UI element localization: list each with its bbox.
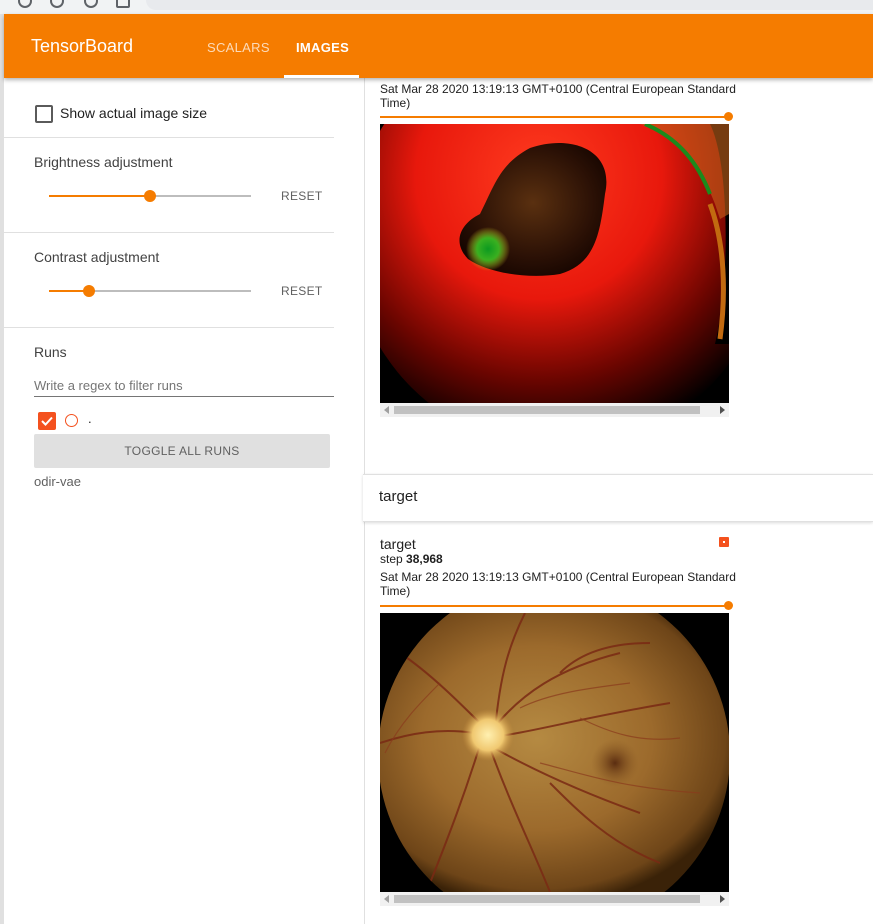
step-label: step xyxy=(380,552,403,566)
image-timestamp: Sat Mar 28 2020 13:19:13 GMT+0100 (Centr… xyxy=(380,82,736,110)
tab-images[interactable]: IMAGES xyxy=(296,40,349,55)
scroll-right-icon[interactable] xyxy=(720,895,725,903)
generated-image xyxy=(380,124,729,403)
toggle-all-runs-button[interactable]: TOGGLE ALL RUNS xyxy=(34,434,330,468)
show-actual-size-checkbox[interactable] xyxy=(35,105,53,123)
step-value: 38,968 xyxy=(406,552,443,566)
active-tab-indicator xyxy=(284,75,359,78)
image-scrollbar[interactable] xyxy=(380,403,729,417)
step-indicator: step 38,968 xyxy=(380,552,443,566)
back-icon[interactable] xyxy=(18,0,32,8)
divider xyxy=(4,137,334,138)
tab-scalars[interactable]: SCALARS xyxy=(207,40,270,55)
address-bar[interactable] xyxy=(146,0,873,10)
run-checkbox[interactable] xyxy=(38,412,56,430)
target-image xyxy=(380,613,729,892)
scrollbar-thumb[interactable] xyxy=(394,895,700,903)
step-slider[interactable] xyxy=(380,116,729,118)
main-panel: Sat Mar 28 2020 13:19:13 GMT+0100 (Centr… xyxy=(363,78,873,924)
contrast-reset-button[interactable]: RESET xyxy=(281,284,323,298)
log-directory-label: odir-vae xyxy=(34,474,81,489)
runs-heading: Runs xyxy=(34,344,67,360)
brightness-reset-button[interactable]: RESET xyxy=(281,189,323,203)
brightness-slider-fill xyxy=(49,195,150,197)
image-card-title: target xyxy=(380,536,416,552)
step-slider-handle[interactable] xyxy=(724,601,733,610)
app-header: TensorBoard SCALARS IMAGES xyxy=(4,14,873,78)
checkmark-icon xyxy=(41,416,53,426)
expand-icon[interactable] xyxy=(719,537,729,547)
fundus-image xyxy=(380,613,729,892)
divider xyxy=(4,232,334,233)
browser-toolbar xyxy=(0,0,873,14)
step-slider[interactable] xyxy=(380,605,729,607)
run-name: . xyxy=(88,411,92,426)
contrast-slider-handle[interactable] xyxy=(83,285,96,297)
run-filter-input[interactable] xyxy=(34,374,334,397)
brightness-label: Brightness adjustment xyxy=(34,154,173,170)
tag-group-title: target xyxy=(379,488,418,505)
image-timestamp: Sat Mar 28 2020 13:19:13 GMT+0100 (Centr… xyxy=(380,570,736,598)
show-actual-size-label: Show actual image size xyxy=(60,105,208,121)
divider xyxy=(4,327,334,328)
image-scrollbar[interactable] xyxy=(380,892,729,906)
app-title: TensorBoard xyxy=(31,36,134,56)
sidebar: Show actual image size Brightness adjust… xyxy=(4,78,365,924)
run-color-icon[interactable] xyxy=(65,414,78,427)
tag-group-header[interactable]: target xyxy=(363,474,873,522)
scroll-right-icon[interactable] xyxy=(720,406,725,414)
reload-icon[interactable] xyxy=(84,0,98,8)
step-slider-handle[interactable] xyxy=(724,112,733,121)
contrast-label: Contrast adjustment xyxy=(34,249,160,265)
forward-icon[interactable] xyxy=(50,0,64,8)
home-icon[interactable] xyxy=(116,0,130,8)
scroll-left-icon[interactable] xyxy=(384,895,389,903)
scrollbar-thumb[interactable] xyxy=(394,406,700,414)
scroll-left-icon[interactable] xyxy=(384,406,389,414)
brightness-slider-handle[interactable] xyxy=(144,190,156,202)
heatmap-image xyxy=(380,124,729,403)
